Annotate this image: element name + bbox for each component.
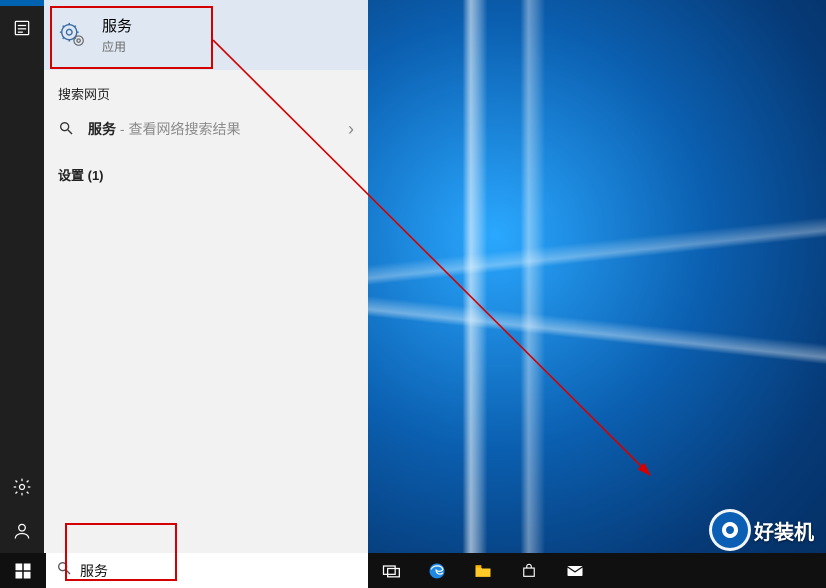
apps-filter-icon[interactable]	[0, 6, 44, 50]
taskbar	[0, 553, 826, 588]
watermark-logo-icon	[712, 512, 748, 548]
file-explorer-icon[interactable]	[460, 553, 506, 588]
web-search-result[interactable]: 服务 - 查看网络搜索结果 ›	[44, 107, 368, 151]
start-sidebar	[0, 0, 44, 553]
mail-icon[interactable]	[552, 553, 598, 588]
task-view-icon[interactable]	[368, 553, 414, 588]
best-match-title: 服务	[102, 15, 132, 36]
store-icon[interactable]	[506, 553, 552, 588]
search-input[interactable]	[80, 563, 358, 579]
settings-section-label: 设置 (1)	[44, 151, 368, 188]
watermark-text: 好装机	[754, 516, 814, 545]
web-section-label: 搜索网页	[44, 70, 368, 107]
taskbar-icons	[368, 553, 598, 588]
best-match-subtitle: 应用	[102, 38, 132, 55]
search-icon	[56, 560, 72, 581]
search-results-panel: 服务 应用 搜索网页 服务 - 查看网络搜索结果 › 设置 (1)	[44, 0, 368, 553]
start-button[interactable]	[0, 553, 46, 588]
watermark: 好装机	[712, 512, 814, 548]
search-icon	[58, 120, 74, 139]
best-match-services[interactable]: 服务 应用	[44, 0, 368, 70]
services-gear-icon	[58, 20, 88, 50]
chevron-right-icon: ›	[348, 119, 354, 140]
web-result-query: 服务	[88, 121, 116, 137]
taskbar-search[interactable]	[46, 553, 368, 588]
settings-icon[interactable]	[0, 465, 44, 509]
user-icon[interactable]	[0, 509, 44, 553]
web-result-suffix: - 查看网络搜索结果	[116, 121, 240, 137]
edge-icon[interactable]	[414, 553, 460, 588]
